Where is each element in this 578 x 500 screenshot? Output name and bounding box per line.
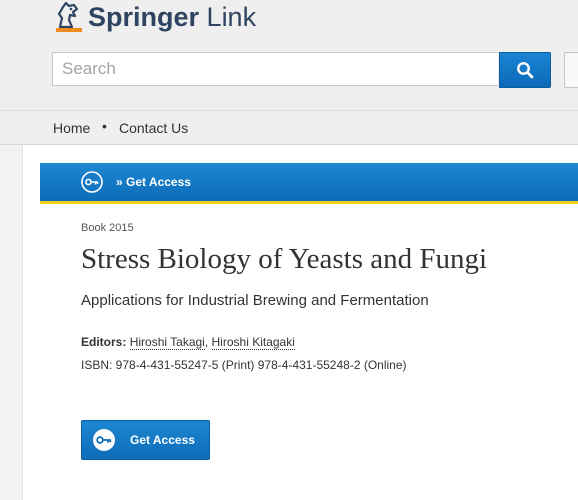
editor-separator: ,: [204, 335, 212, 349]
logo-word-springer: Springer: [88, 2, 200, 32]
breadcrumb-separator: •: [102, 118, 107, 134]
book-editors: Editors: Hiroshi Takagi, Hiroshi Kitagak…: [81, 335, 295, 350]
editors-label: Editors:: [81, 335, 127, 349]
springer-horse-logo-icon: [54, 0, 82, 36]
breadcrumb-contact-link[interactable]: Contact Us: [119, 120, 188, 136]
key-icon: [92, 428, 116, 452]
get-access-bar-label: » Get Access: [116, 175, 191, 189]
editor-link[interactable]: Hiroshi Kitagaki: [211, 335, 295, 350]
editor-link[interactable]: Hiroshi Takagi: [129, 335, 205, 350]
breadcrumb: Home • Contact Us: [0, 111, 578, 145]
breadcrumb-home-link[interactable]: Home: [53, 120, 90, 136]
key-icon: [81, 171, 103, 193]
search-button[interactable]: [499, 52, 551, 88]
get-access-bar[interactable]: » Get Access: [40, 163, 578, 204]
get-access-button-label: Get Access: [130, 433, 195, 447]
book-title: Stress Biology of Yeasts and Fungi: [81, 243, 488, 275]
book-subtitle: Applications for Industrial Brewing and …: [81, 292, 429, 309]
site-header: Springer Link: [0, 0, 578, 111]
logo-word-link: Link: [206, 2, 257, 32]
book-type-year: Book 2015: [81, 222, 134, 234]
springer-link-logo[interactable]: Springer Link: [54, 0, 256, 40]
book-isbn: ISBN: 978-4-431-55247-5 (Print) 978-4-43…: [81, 358, 407, 372]
search-input[interactable]: [52, 52, 498, 86]
side-panel-toggle[interactable]: [564, 52, 578, 88]
get-access-button[interactable]: Get Access: [81, 420, 210, 460]
magnifier-search-icon: [517, 62, 534, 79]
